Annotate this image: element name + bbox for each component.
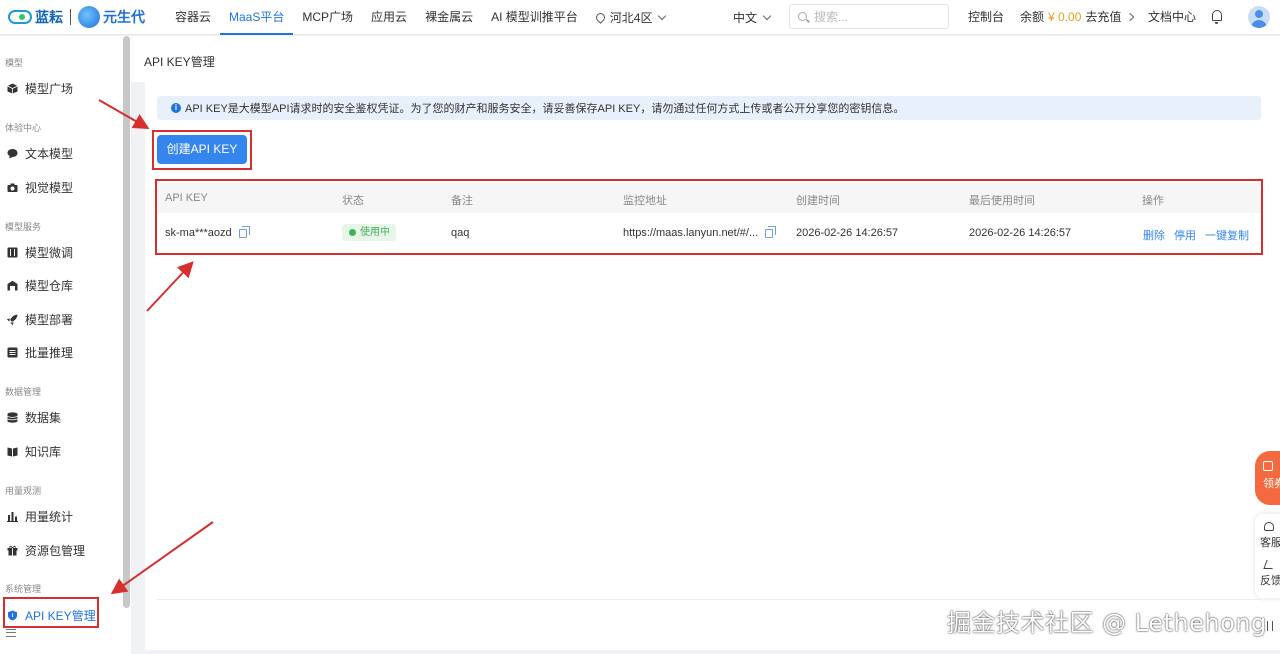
more-icon[interactable] bbox=[1267, 621, 1273, 631]
customer-service-label[interactable]: 客服 bbox=[1260, 537, 1280, 549]
annotation-arrows bbox=[98, 99, 214, 595]
feedback-label[interactable]: 反馈 bbox=[1260, 575, 1280, 587]
watermark: 掘金技术社区 @ Lethehong bbox=[947, 609, 1267, 637]
service-float-panel: 客服 反馈 bbox=[1255, 514, 1280, 598]
annotation-arrow bbox=[146, 261, 194, 312]
coupon-label: 领券 bbox=[1263, 478, 1280, 490]
annotation-arrow bbox=[98, 99, 150, 129]
annotation-arrow bbox=[110, 521, 214, 595]
gift-icon bbox=[1263, 461, 1273, 471]
coupon-float-button[interactable]: 领券 bbox=[1255, 451, 1280, 505]
headset-icon[interactable] bbox=[1264, 522, 1274, 531]
edit-icon[interactable] bbox=[1263, 560, 1276, 569]
